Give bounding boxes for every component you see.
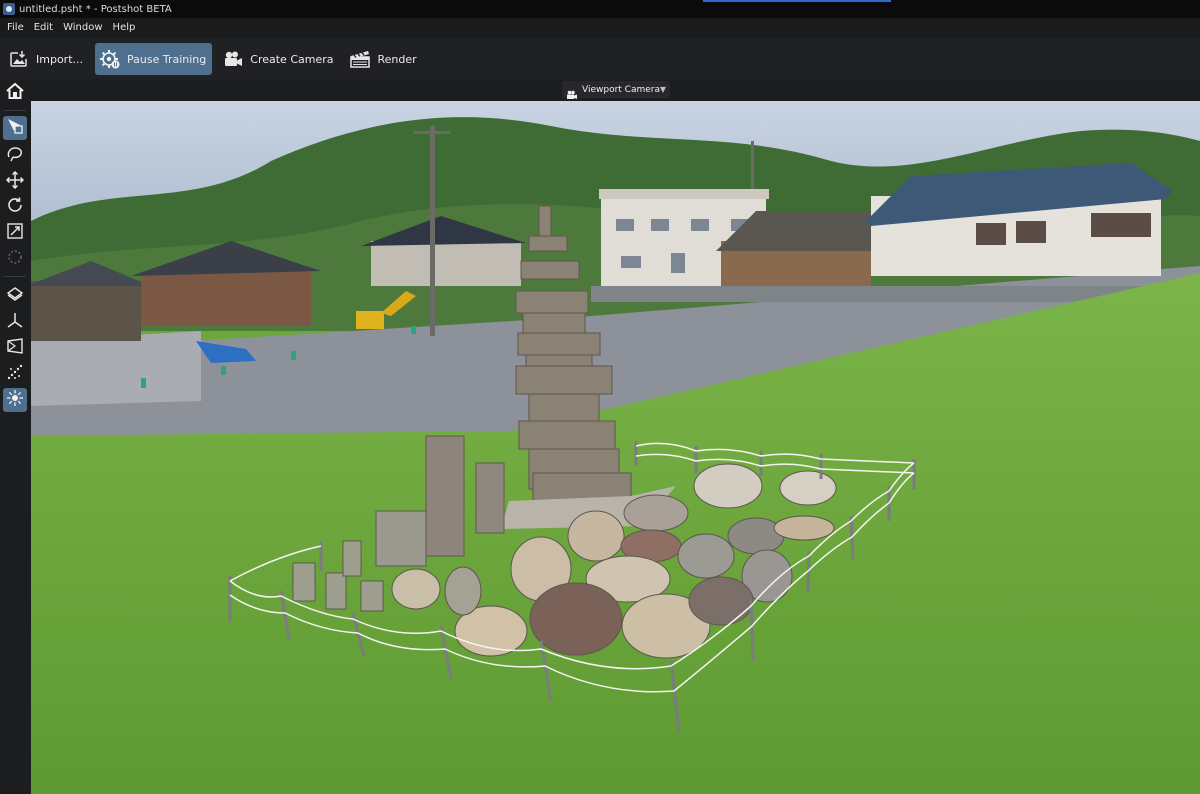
lasso-tool-button[interactable] (3, 144, 27, 168)
title-bar: untitled.psht * - Postshot BETA (0, 0, 1200, 18)
scale-icon (6, 222, 24, 244)
camera-frustum-button[interactable] (3, 336, 27, 360)
lasso-icon (6, 145, 24, 167)
splat-tool-button[interactable] (3, 388, 27, 412)
move-icon (5, 170, 25, 193)
menu-help[interactable]: Help (108, 18, 141, 38)
3d-viewport[interactable] (31, 101, 1200, 794)
sidebar-divider (4, 276, 26, 277)
viewport-camera-select[interactable]: Viewport Camera ▼ (562, 81, 670, 99)
axis-icon (6, 311, 24, 333)
layers-icon (6, 285, 24, 307)
main-toolbar: Import... Pause Training Create Camera R… (0, 38, 1200, 80)
splat-scene (31, 101, 1200, 794)
layers-tool-button[interactable] (3, 284, 27, 308)
create-camera-label: Create Camera (250, 52, 334, 66)
brush-tool-button[interactable] (3, 247, 27, 271)
camera-icon (566, 85, 578, 99)
training-gear-icon (99, 48, 121, 70)
import-label: Import... (36, 52, 83, 66)
select-tool-button[interactable] (3, 116, 27, 140)
import-icon (8, 48, 30, 70)
menu-file[interactable]: File (2, 18, 29, 38)
chevron-down-icon: ▼ (659, 85, 666, 94)
viewport-header: Viewport Camera ▼ (31, 80, 1200, 101)
home-icon (5, 81, 25, 105)
sidebar-divider (4, 110, 26, 111)
title-accent-bar (703, 0, 891, 2)
menu-edit[interactable]: Edit (29, 18, 58, 38)
viewport-camera-label: Viewport Camera (582, 84, 660, 95)
clapperboard-icon (349, 48, 371, 70)
pause-training-label: Pause Training (127, 52, 207, 66)
menu-window[interactable]: Window (58, 18, 107, 38)
app-logo-icon (3, 3, 15, 15)
scale-tool-button[interactable] (3, 221, 27, 245)
window-title: untitled.psht * - Postshot BETA (19, 3, 172, 15)
points-icon (6, 363, 24, 385)
axis-tool-button[interactable] (3, 310, 27, 334)
splat-icon (6, 389, 24, 411)
rotate-tool-button[interactable] (3, 195, 27, 219)
tool-sidebar (0, 80, 31, 794)
create-camera-button[interactable]: Create Camera (218, 43, 339, 75)
brush-icon (6, 248, 24, 270)
render-button[interactable]: Render (345, 43, 422, 75)
camera-frustum-icon (6, 337, 24, 359)
menu-bar: File Edit Window Help (0, 18, 1200, 38)
home-button[interactable] (3, 81, 27, 105)
render-label: Render (377, 52, 417, 66)
move-tool-button[interactable] (3, 170, 27, 194)
rotate-icon (6, 196, 24, 218)
video-camera-icon (222, 48, 244, 70)
select-icon (6, 117, 24, 139)
points-tool-button[interactable] (3, 362, 27, 386)
pause-training-button[interactable]: Pause Training (95, 43, 213, 75)
import-button[interactable]: Import... (4, 43, 89, 75)
